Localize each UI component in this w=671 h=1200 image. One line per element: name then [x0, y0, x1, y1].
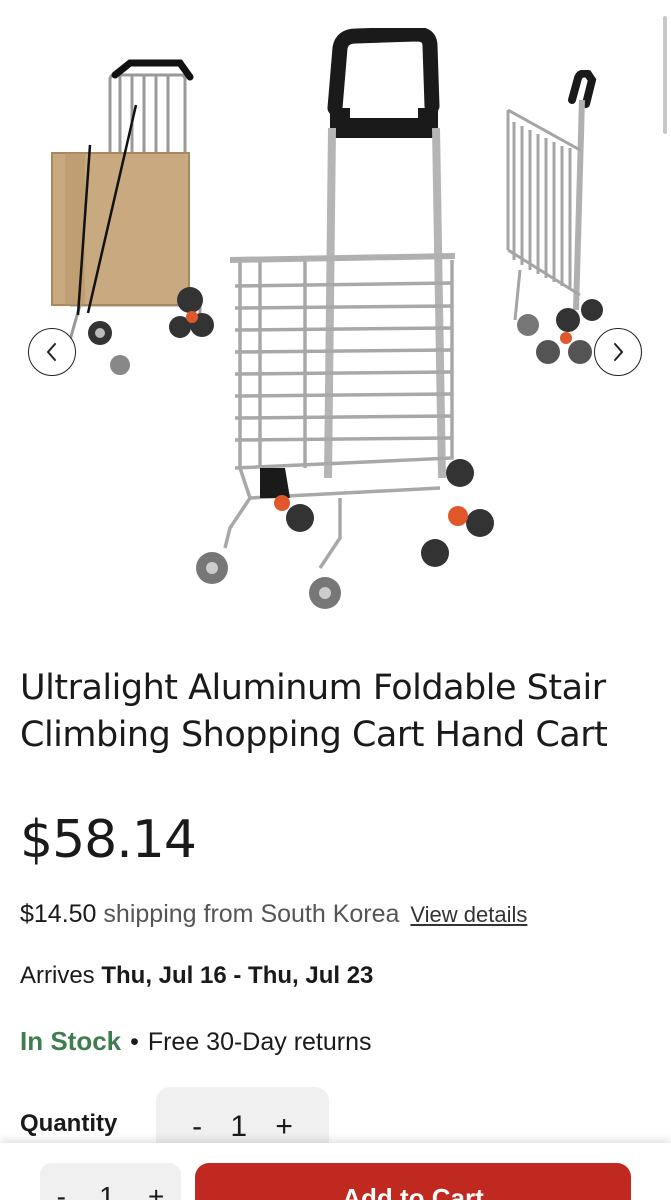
sticky-cart-bar: - 1 + Add to Cart: [0, 1143, 671, 1200]
returns-policy: Free 30-Day returns: [147, 1028, 372, 1056]
shipping-origin: shipping from South Korea: [103, 900, 400, 928]
product-image-gallery[interactable]: [0, 0, 671, 640]
stock-info: In Stock • Free 30-Day returns: [20, 1026, 372, 1057]
cart-bar-increment-button[interactable]: +: [148, 1181, 164, 1200]
product-image-main[interactable]: [190, 28, 500, 628]
gallery-next-button[interactable]: [594, 328, 642, 376]
chevron-left-icon: [46, 343, 56, 361]
cart-bar-decrement-button[interactable]: -: [57, 1181, 66, 1200]
quantity-decrement-button[interactable]: -: [192, 1110, 202, 1144]
separator-dot: •: [130, 1028, 139, 1056]
quantity-value[interactable]: 1: [230, 1110, 247, 1144]
shipping-cost: $14.50: [20, 900, 97, 928]
view-details-link[interactable]: View details: [410, 902, 527, 927]
page-scrollbar[interactable]: [663, 16, 667, 134]
quantity-increment-button[interactable]: +: [275, 1110, 293, 1144]
gallery-prev-button[interactable]: [28, 328, 76, 376]
arrives-label: Arrives: [20, 962, 95, 989]
cart-bar-quantity-stepper[interactable]: - 1 +: [40, 1163, 181, 1200]
arrives-dates: Thu, Jul 16 - Thu, Jul 23: [101, 962, 374, 989]
add-to-cart-button[interactable]: Add to Cart: [195, 1163, 631, 1200]
delivery-estimate: Arrives Thu, Jul 16 - Thu, Jul 23: [20, 962, 373, 990]
stock-status: In Stock: [20, 1026, 122, 1056]
cart-bar-quantity-value[interactable]: 1: [99, 1181, 115, 1200]
product-price: $58.14: [20, 810, 197, 870]
chevron-right-icon: [614, 343, 624, 361]
product-title: Ultralight Aluminum Foldable Stair Climb…: [20, 668, 608, 755]
shipping-info: $14.50 shipping from South Korea View de…: [20, 900, 527, 929]
quantity-label: Quantity: [20, 1110, 118, 1137]
